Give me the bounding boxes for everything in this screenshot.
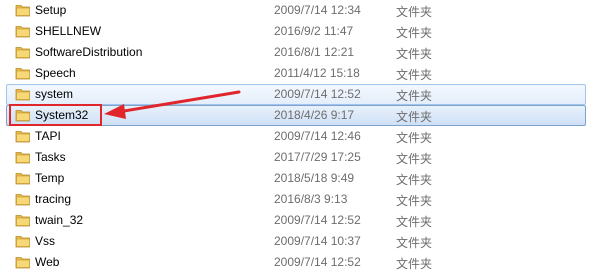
file-name: SHELLNEW — [35, 24, 102, 38]
file-row[interactable]: twain_32 2009/7/14 12:52 文件夹 — [0, 210, 590, 231]
file-date: 2017/7/29 17:25 — [274, 150, 361, 164]
folder-icon — [15, 129, 31, 143]
file-type: 文件夹 — [396, 173, 433, 187]
file-name: Vss — [35, 234, 56, 248]
file-name: Speech — [35, 66, 76, 80]
file-date: 2009/7/14 12:52 — [274, 255, 361, 269]
file-name: system — [35, 87, 74, 101]
file-row[interactable]: Vss 2009/7/14 10:37 文件夹 — [0, 231, 590, 252]
file-row[interactable]: Web 2009/7/14 12:52 文件夹 — [0, 252, 590, 273]
file-type: 文件夹 — [396, 194, 433, 208]
file-date: 2009/7/14 12:34 — [274, 3, 361, 17]
file-type: 文件夹 — [396, 68, 433, 82]
file-row[interactable]: Temp 2018/5/18 9:49 文件夹 — [0, 168, 590, 189]
file-name: Tasks — [35, 150, 66, 164]
file-date: 2009/7/14 10:37 — [274, 234, 361, 248]
folder-icon — [15, 150, 31, 164]
file-type: 文件夹 — [396, 131, 433, 145]
folder-icon — [15, 213, 31, 227]
file-type: 文件夹 — [396, 5, 433, 19]
file-date: 2016/9/2 11:47 — [274, 24, 354, 38]
file-type: 文件夹 — [396, 89, 433, 103]
file-name: TAPI — [35, 129, 61, 143]
folder-icon — [15, 45, 31, 59]
file-type: 文件夹 — [396, 110, 433, 124]
file-row[interactable]: SHELLNEW 2016/9/2 11:47 文件夹 — [0, 21, 590, 42]
file-row[interactable]: system 2009/7/14 12:52 文件夹 — [0, 84, 590, 105]
file-type: 文件夹 — [396, 257, 433, 271]
folder-icon — [15, 171, 31, 185]
file-row[interactable]: Tasks 2017/7/29 17:25 文件夹 — [0, 147, 590, 168]
folder-icon — [15, 3, 31, 17]
file-row[interactable]: SoftwareDistribution 2016/8/1 12:21 文件夹 — [0, 42, 590, 63]
file-date: 2011/4/12 15:18 — [274, 66, 360, 80]
file-date: 2009/7/14 12:52 — [274, 87, 361, 101]
folder-icon — [15, 255, 31, 269]
file-type: 文件夹 — [396, 152, 433, 166]
file-type: 文件夹 — [396, 26, 433, 40]
file-name: tracing — [35, 192, 72, 206]
annotation-highlight-box — [9, 104, 102, 126]
file-row[interactable]: TAPI 2009/7/14 12:46 文件夹 — [0, 126, 590, 147]
file-name: Web — [35, 255, 60, 269]
file-type: 文件夹 — [396, 215, 433, 229]
file-date: 2018/4/26 9:17 — [274, 108, 355, 122]
file-row[interactable]: Speech 2011/4/12 15:18 文件夹 — [0, 63, 590, 84]
file-row[interactable]: Setup 2009/7/14 12:34 文件夹 — [0, 0, 590, 21]
file-date: 2016/8/1 12:21 — [274, 45, 355, 59]
file-name: SoftwareDistribution — [35, 45, 143, 59]
folder-icon — [15, 192, 31, 206]
file-date: 2018/5/18 9:49 — [274, 171, 355, 185]
file-date: 2009/7/14 12:46 — [274, 129, 361, 143]
file-row[interactable]: tracing 2016/8/3 9:13 文件夹 — [0, 189, 590, 210]
file-type: 文件夹 — [396, 236, 433, 250]
file-date: 2009/7/14 12:52 — [274, 213, 361, 227]
folder-icon — [15, 24, 31, 38]
file-type: 文件夹 — [396, 47, 433, 61]
file-date: 2016/8/3 9:13 — [274, 192, 348, 206]
file-name: twain_32 — [35, 213, 84, 227]
file-name: Temp — [35, 171, 65, 185]
folder-icon — [15, 66, 31, 80]
folder-icon — [15, 234, 31, 248]
file-name: Setup — [35, 3, 67, 17]
folder-icon — [15, 87, 31, 101]
